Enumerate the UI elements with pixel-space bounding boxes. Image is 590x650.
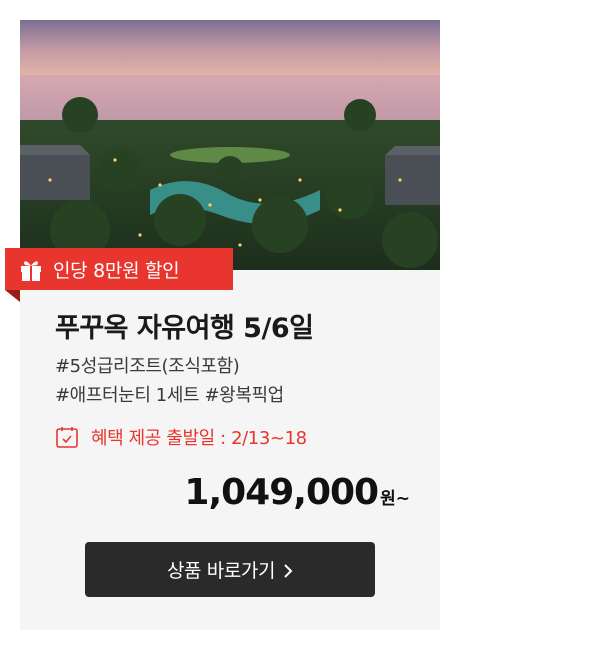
product-title: 푸꾸옥 자유여행 5/6일 (55, 313, 314, 344)
resort-photo[interactable] (20, 20, 440, 270)
go-to-product-button[interactable]: 상품 바로가기 (85, 542, 375, 597)
discount-badge-text: 인당 8만원 할인 (53, 259, 180, 282)
resort-beach-photo (20, 20, 440, 270)
badge-fold (5, 290, 20, 302)
benefit-text: 혜택 제공 출발일 : 2/13~18 (91, 428, 307, 449)
product-card[interactable]: 인당 8만원 할인 푸꾸옥 자유여행 5/6일 #5성급리조트(조식포함) #애… (5, 20, 440, 630)
price: 1,049,000 원~ (184, 472, 410, 513)
tag-line: #5성급리조트(조식포함) (55, 356, 240, 377)
benefit-info: 혜택 제공 출발일 : 2/13~18 (55, 424, 307, 450)
product-tags: #5성급리조트(조식포함) #애프터눈티 1세트 #왕복픽업 (55, 352, 284, 410)
go-to-product-label: 상품 바로가기 (166, 560, 276, 582)
discount-badge: 인당 8만원 할인 (5, 248, 233, 290)
gift-icon (17, 255, 45, 283)
tag-line: #애프터눈티 1세트 #왕복픽업 (55, 385, 284, 406)
price-unit: 원~ (380, 489, 410, 509)
chevron-right-icon (283, 562, 293, 578)
calendar-check-icon (55, 425, 79, 449)
price-amount: 1,049,000 (184, 472, 379, 513)
